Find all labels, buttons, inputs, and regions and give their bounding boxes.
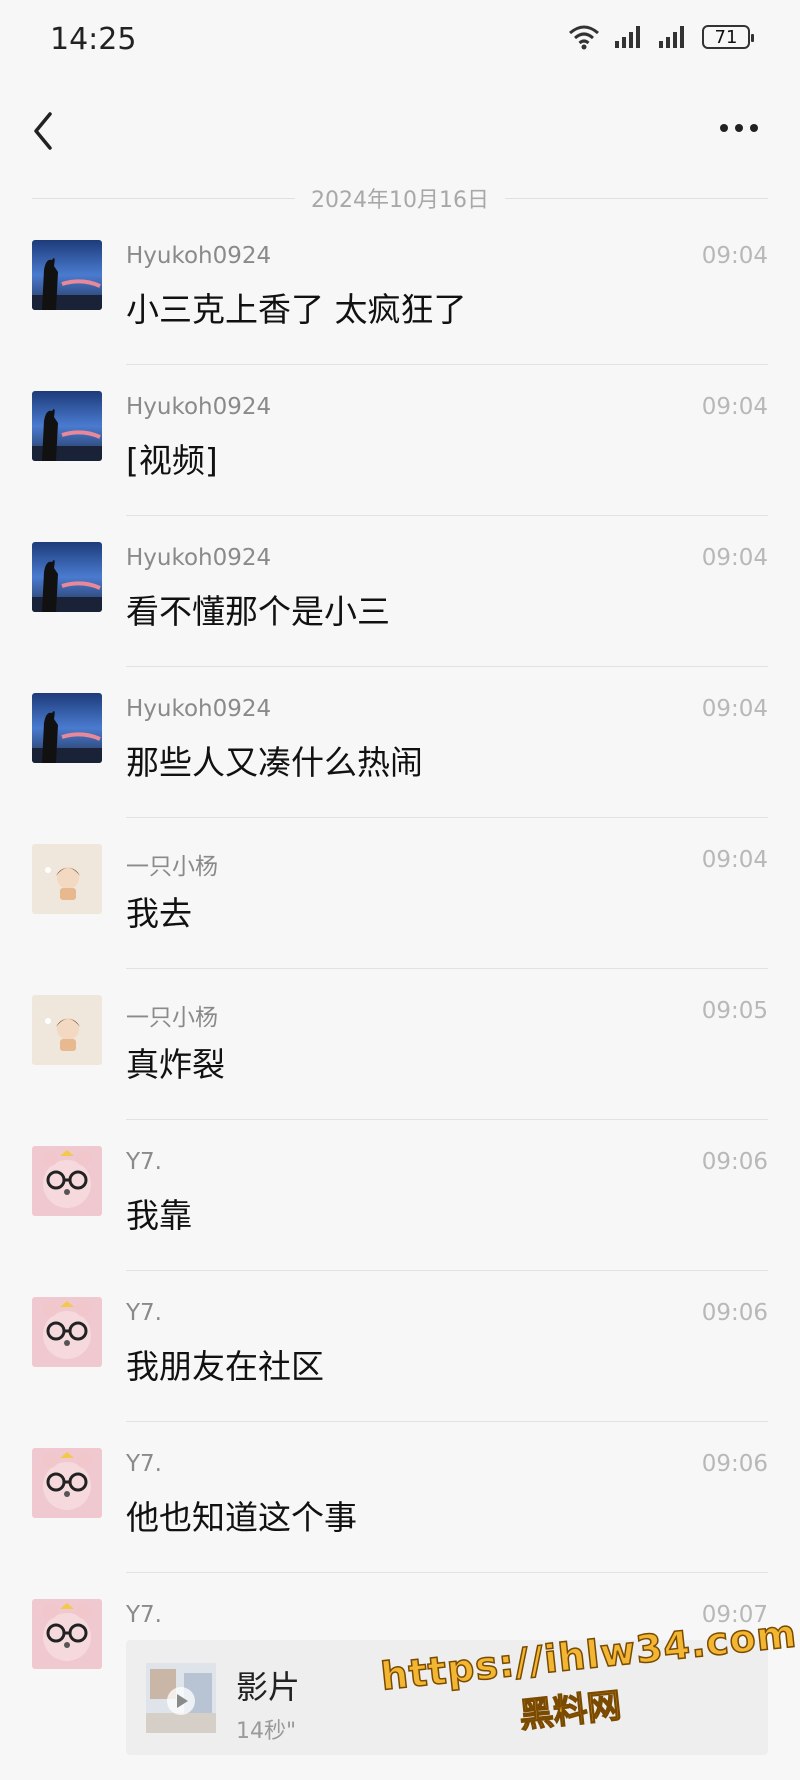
divider [126, 515, 768, 516]
divider [126, 1421, 768, 1422]
avatar[interactable] [32, 1146, 102, 1216]
divider [126, 364, 768, 365]
message-time: 09:04 [701, 394, 768, 420]
avatar[interactable] [32, 693, 102, 763]
divider [126, 1572, 768, 1573]
divider [126, 1119, 768, 1120]
more-dots-icon[interactable] [714, 108, 764, 148]
divider [126, 968, 768, 969]
status-bar: 14:25 71 [0, 0, 800, 80]
message-text: 那些人又凑什么热闹 [126, 743, 423, 782]
message-item[interactable]: Y7. 09:06 他也知道这个事 [0, 1423, 800, 1573]
message-text: 我靠 [126, 1196, 192, 1235]
message-time: 09:04 [701, 243, 768, 269]
avatar[interactable] [32, 1297, 102, 1367]
message-item[interactable]: Y7. 09:06 我朋友在社区 [0, 1272, 800, 1422]
avatar[interactable] [32, 1599, 102, 1669]
sender-name: Y7. [126, 1451, 162, 1477]
video-thumbnail[interactable] [146, 1663, 216, 1733]
watermark: https://ihlw34.com 黑料网 [378, 1611, 800, 1770]
message-time: 09:06 [701, 1300, 768, 1326]
message-item[interactable]: Hyukoh0924 09:04 小三克上香了 太疯狂了 [0, 215, 800, 365]
divider [505, 197, 769, 199]
battery-indicator: 71 [702, 25, 754, 49]
avatar[interactable] [32, 542, 102, 612]
sender-name: 一只小杨 [126, 854, 218, 880]
message-item[interactable]: Y7. 09:06 我靠 [0, 1121, 800, 1271]
message-item[interactable]: Hyukoh0924 09:04 [视频] [0, 366, 800, 516]
message-text: 我朋友在社区 [126, 1347, 324, 1386]
avatar[interactable] [32, 240, 102, 310]
avatar[interactable] [32, 1448, 102, 1518]
status-time: 14:25 [50, 22, 137, 57]
divider [126, 1270, 768, 1271]
top-nav-bar [0, 90, 800, 170]
message-item[interactable]: 一只小杨 09:05 真炸裂 [0, 970, 800, 1120]
wifi-icon [569, 25, 599, 50]
message-item[interactable]: 一只小杨 09:04 我去 [0, 819, 800, 969]
message-item[interactable]: Hyukoh0924 09:04 看不懂那个是小三 [0, 517, 800, 667]
message-text: 看不懂那个是小三 [126, 592, 390, 631]
video-duration: 14秒" [236, 1719, 297, 1744]
message-item[interactable]: Hyukoh0924 09:04 那些人又凑什么热闹 [0, 668, 800, 818]
sender-name: Hyukoh0924 [126, 243, 272, 269]
message-text: 小三克上香了 太疯狂了 [126, 290, 467, 329]
avatar[interactable] [32, 844, 102, 914]
message-time: 09:04 [701, 545, 768, 571]
video-title: 影片 [236, 1668, 301, 1706]
message-text: 我去 [126, 894, 192, 933]
message-time: 09:06 [701, 1149, 768, 1175]
message-text: 真炸裂 [126, 1045, 225, 1084]
status-icons: 71 [568, 24, 754, 50]
avatar[interactable] [32, 995, 102, 1065]
divider [32, 197, 296, 199]
message-text: 他也知道这个事 [126, 1498, 357, 1537]
sender-name: Y7. [126, 1300, 162, 1326]
message-time: 09:06 [701, 1451, 768, 1477]
message-time: 09:04 [701, 847, 768, 873]
signal-bars-icon [659, 26, 684, 48]
message-text[interactable]: [视频] [126, 434, 218, 482]
chevron-left-icon[interactable] [24, 106, 64, 156]
sender-name: Hyukoh0924 [126, 545, 272, 571]
date-label: 2024年10月16日 [311, 188, 489, 213]
signal-bars-icon [615, 26, 640, 48]
message-time: 09:05 [701, 998, 768, 1024]
sender-name: Hyukoh0924 [126, 394, 272, 420]
date-separator: 2024年10月16日 [32, 180, 769, 216]
sender-name: 一只小杨 [126, 1005, 218, 1031]
divider [126, 817, 768, 818]
sender-name: Y7. [126, 1149, 162, 1175]
sender-name: Y7. [126, 1602, 162, 1628]
message-time: 09:04 [701, 696, 768, 722]
avatar[interactable] [32, 391, 102, 461]
divider [126, 666, 768, 667]
sender-name: Hyukoh0924 [126, 696, 272, 722]
